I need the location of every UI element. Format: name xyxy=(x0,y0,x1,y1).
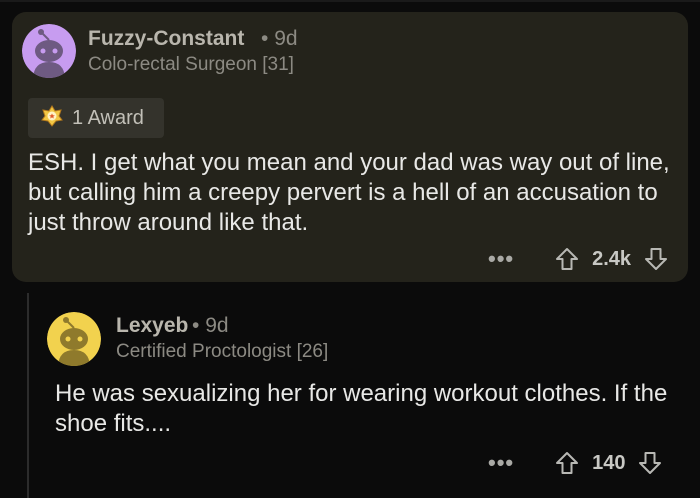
timestamp: • 9d xyxy=(192,314,229,337)
vote-score: 140 xyxy=(592,451,626,474)
top-divider xyxy=(0,0,700,2)
downvote-arrow-icon[interactable] xyxy=(643,246,669,272)
avatar[interactable] xyxy=(47,312,101,366)
username[interactable]: Lexyeb xyxy=(116,314,188,338)
avatar[interactable] xyxy=(22,24,76,78)
snoo-avatar-icon xyxy=(22,24,76,78)
comment-thread: Fuzzy-Constant • 9d Colo-rectal Surgeon … xyxy=(0,0,700,498)
user-flair: Colo-rectal Surgeon [31] xyxy=(88,54,294,75)
comment-actions: ••• 2.4k xyxy=(488,246,669,272)
more-options-button[interactable]: ••• xyxy=(488,450,514,476)
comment-card-highlighted: Fuzzy-Constant • 9d Colo-rectal Surgeon … xyxy=(12,12,688,282)
more-options-button[interactable]: ••• xyxy=(488,246,514,272)
comment-body: He was sexualizing her for wearing worko… xyxy=(55,380,668,437)
upvote-arrow-icon[interactable] xyxy=(554,450,580,476)
snoo-avatar-icon xyxy=(47,312,101,366)
award-badge[interactable]: 1 Award xyxy=(28,98,164,138)
vote-score: 2.4k xyxy=(592,247,632,270)
comment-actions: ••• 140 xyxy=(488,450,663,476)
downvote-arrow-icon[interactable] xyxy=(637,450,663,476)
award-label: 1 Award xyxy=(72,106,144,129)
comment-body: ESH. I get what you mean and your dad wa… xyxy=(28,149,670,236)
username[interactable]: Fuzzy-Constant xyxy=(88,27,244,51)
upvote-arrow-icon[interactable] xyxy=(554,246,580,272)
user-flair: Certified Proctologist [26] xyxy=(116,341,329,362)
timestamp: • 9d xyxy=(261,27,298,50)
thread-indent-line[interactable] xyxy=(27,293,29,498)
award-icon xyxy=(40,104,64,133)
